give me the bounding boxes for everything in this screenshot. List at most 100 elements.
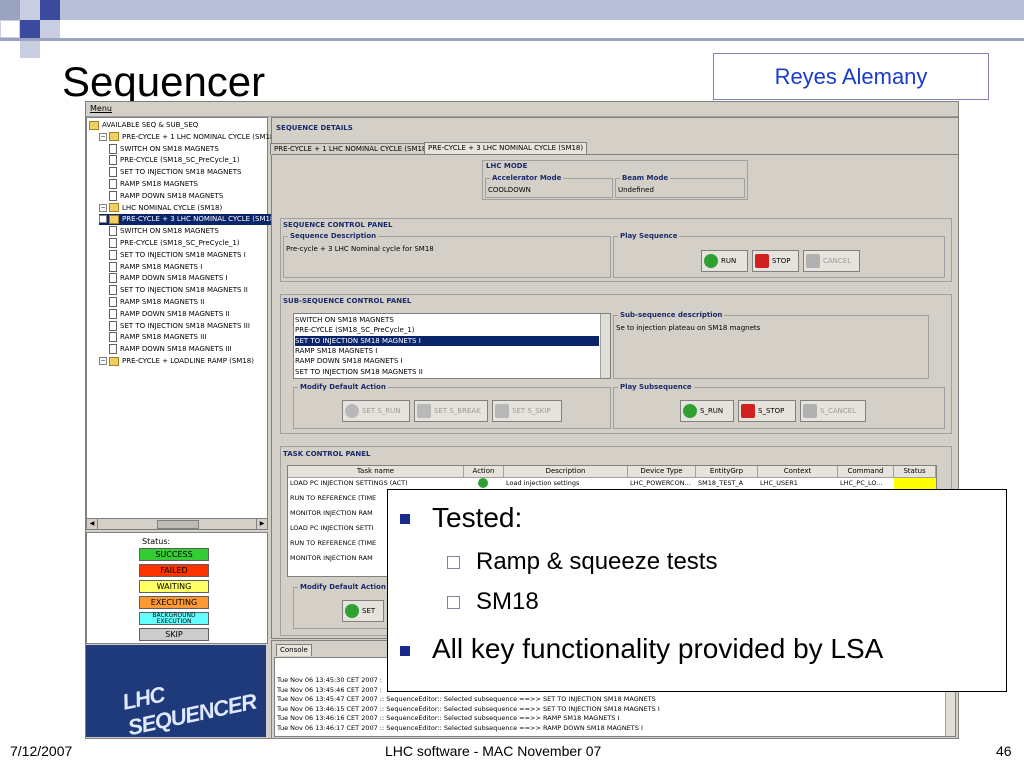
tree-item[interactable]: − PRE-CYCLE + LOADLINE RAMP (SM18) <box>99 356 254 367</box>
s-cancel-button[interactable]: S_CANCEL <box>800 400 866 422</box>
accelerator-mode-label: Accelerator Mode <box>490 174 564 182</box>
set-s-skip-button[interactable]: SET S_SKIP <box>492 400 562 422</box>
list-item[interactable]: RAMP DOWN SM18 MAGNETS I <box>295 356 599 366</box>
table-cell: LHC_POWERCON... <box>630 479 691 487</box>
task-control-title: TASK CONTROL PANEL <box>283 450 371 458</box>
tree-item[interactable]: RAMP DOWN SM18 MAGNETS III <box>109 344 232 355</box>
table-header[interactable]: Description <box>504 466 628 478</box>
cancel-button[interactable]: CANCEL <box>803 250 860 272</box>
subsequence-list-scrollbar[interactable] <box>600 314 610 378</box>
run-button[interactable]: RUN <box>701 250 748 272</box>
console-line: Tue Nov 06 13:45:46 CET 2007 : <box>277 685 382 694</box>
tree-item[interactable]: SWITCH ON SM18 MAGNETS <box>109 143 219 155</box>
status-legend: Status: SUCCESS FAILED WAITING EXECUTING BAC… <box>86 532 268 644</box>
play-subsequence-label: Play Subsequence <box>618 383 694 391</box>
tab-console[interactable]: Console <box>276 644 312 656</box>
status-badge: SKIP <box>139 628 209 641</box>
folder-icon <box>109 203 119 213</box>
s-run-button[interactable]: S_RUN <box>680 400 734 422</box>
scroll-right-arrow-icon[interactable]: ▶ <box>256 519 267 529</box>
tree-item[interactable]: PRE-CYCLE (SM18_SC_PreCycle_1) <box>109 238 240 249</box>
tree-item[interactable]: RAMP SM18 MAGNETS <box>109 179 198 190</box>
document-icon <box>109 179 117 189</box>
expand-toggle-icon[interactable]: − <box>99 203 107 212</box>
slide-title: Sequencer <box>62 58 266 105</box>
table-header[interactable]: EntityGrp <box>696 466 758 478</box>
scroll-thumb[interactable] <box>157 520 199 529</box>
folder-icon <box>109 214 119 224</box>
stop-icon <box>755 254 769 268</box>
tree-item[interactable]: RAMP SM18 MAGNETS I <box>109 261 202 273</box>
subsequence-control-panel: SUB-SEQUENCE CONTROL PANEL SWITCH ON SM1… <box>280 294 952 434</box>
task-set-button[interactable]: SET <box>342 600 384 622</box>
expand-toggle-icon[interactable]: − <box>99 132 107 141</box>
tree-item[interactable]: RAMP DOWN SM18 MAGNETS II <box>109 308 230 320</box>
tree-item[interactable]: SET TO INJECTION SM18 MAGNETS II <box>109 285 248 296</box>
list-item[interactable]: SWITCH ON SM18 MAGNETS <box>295 315 599 325</box>
document-icon <box>109 273 117 284</box>
tab-precycle-3[interactable]: PRE-CYCLE + 3 LHC NOMINAL CYCLE (SM18) <box>424 142 588 154</box>
tree-item[interactable]: RAMP DOWN SM18 MAGNETS <box>109 190 224 202</box>
list-item[interactable]: PRE-CYCLE (SM18_SC_PreCycle_1) <box>295 325 599 335</box>
s-stop-button[interactable]: S_STOP <box>738 400 796 422</box>
tree-item-label: RAMP DOWN SM18 MAGNETS I <box>120 274 228 283</box>
tree-item[interactable]: RAMP DOWN SM18 MAGNETS I <box>109 273 228 284</box>
stop-button[interactable]: STOP <box>752 250 799 272</box>
table-cell: Load injection settings <box>506 479 580 487</box>
tree-item[interactable]: − PRE-CYCLE + 1 LHC NOMINAL CYCLE (SM18) <box>99 132 277 143</box>
tree-item[interactable]: SET TO INJECTION SM18 MAGNETS I <box>109 249 246 261</box>
menu-item[interactable]: Menu <box>90 104 112 113</box>
footer-center: LHC software - MAC November 07 <box>385 743 602 759</box>
subsequence-description-value: Se to injection plateau on SM18 magnets <box>616 324 761 332</box>
list-item[interactable]: SET TO INJECTION SM18 MAGNETS I <box>295 335 599 346</box>
sequence-tree[interactable]: AVAILABLE SEQ & SUB_SEQ − PRE-CYCLE + 1 LH… <box>86 117 278 529</box>
stop-icon <box>741 404 755 418</box>
list-item[interactable]: RAMP SM18 MAGNETS I <box>295 346 599 356</box>
status-badge: BACKGROUND EXECUTION <box>139 612 209 625</box>
set-s-break-button[interactable]: SET S_BREAK <box>414 400 488 422</box>
table-header[interactable]: Task name <box>288 466 464 478</box>
run-icon <box>345 404 359 418</box>
tree-item[interactable]: SWITCH ON SM18 MAGNETS <box>109 226 219 237</box>
sequence-description-group: Sequence Description Pre-cycle + 3 LHC N… <box>283 232 611 278</box>
set-s-run-button[interactable]: SET S_RUN <box>342 400 410 422</box>
table-header[interactable]: Status <box>894 466 936 478</box>
tree-item[interactable]: SET TO INJECTION SM18 MAGNETS III <box>109 320 250 332</box>
table-cell: LHC_PC_LO... <box>840 479 883 487</box>
expand-toggle-icon[interactable]: − <box>99 215 107 224</box>
status-badge: SUCCESS <box>139 548 209 561</box>
author-box: Reyes Alemany <box>713 53 989 100</box>
table-header[interactable]: Command <box>838 466 894 478</box>
tree-item[interactable]: − PRE-CYCLE + 3 LHC NOMINAL CYCLE (SM18) <box>99 214 278 226</box>
list-item[interactable]: SET TO INJECTION SM18 MAGNETS II <box>295 367 599 377</box>
tree-item-label: PRE-CYCLE (SM18_SC_PreCycle_1) <box>120 239 240 247</box>
tree-item[interactable]: PRE-CYCLE (SM18_SC_PreCycle_1) <box>109 155 240 166</box>
status-label: Status: <box>142 537 171 546</box>
tree-item[interactable]: SET TO INJECTION SM18 MAGNETS <box>109 167 242 178</box>
tree-horizontal-scrollbar[interactable]: ◀ ▶ <box>86 518 268 530</box>
table-header[interactable]: Device Type <box>628 466 696 478</box>
folder-icon <box>89 120 99 130</box>
play-icon <box>704 254 718 268</box>
expand-toggle-icon[interactable]: − <box>99 357 107 365</box>
tree-item[interactable]: − LHC NOMINAL CYCLE (SM18) <box>99 203 222 214</box>
sequence-details-title: SEQUENCE DETAILS <box>276 124 353 132</box>
tree-item[interactable]: RAMP SM18 MAGNETS III <box>109 332 206 343</box>
tree-item-label: RAMP DOWN SM18 MAGNETS <box>120 191 224 200</box>
subsequence-list[interactable]: SWITCH ON SM18 MAGNETS PRE-CYCLE (SM18_SC… <box>293 313 611 379</box>
tree-item-label: SWITCH ON SM18 MAGNETS <box>120 144 219 153</box>
table-header[interactable]: Context <box>758 466 838 478</box>
subsequence-control-title: SUB-SEQUENCE CONTROL PANEL <box>283 297 412 305</box>
bullet-box: Tested: Ramp & squeeze tests SM18 All ke… <box>387 489 1007 692</box>
table-header[interactable]: Action <box>464 466 504 478</box>
action-run-icon[interactable] <box>478 478 488 488</box>
tree-item[interactable]: RAMP SM18 MAGNETS II <box>109 297 204 308</box>
document-icon <box>109 167 117 178</box>
scroll-left-arrow-icon[interactable]: ◀ <box>87 519 98 529</box>
document-icon <box>109 238 117 248</box>
bullet-ramp-squeeze: Ramp & squeeze tests <box>476 548 718 575</box>
play-sequence-label: Play Sequence <box>618 232 680 240</box>
tree-item[interactable]: AVAILABLE SEQ & SUB_SEQ <box>89 120 198 131</box>
tree-item-label: RAMP SM18 MAGNETS II <box>120 298 205 306</box>
page-number: 46 <box>996 743 1012 759</box>
